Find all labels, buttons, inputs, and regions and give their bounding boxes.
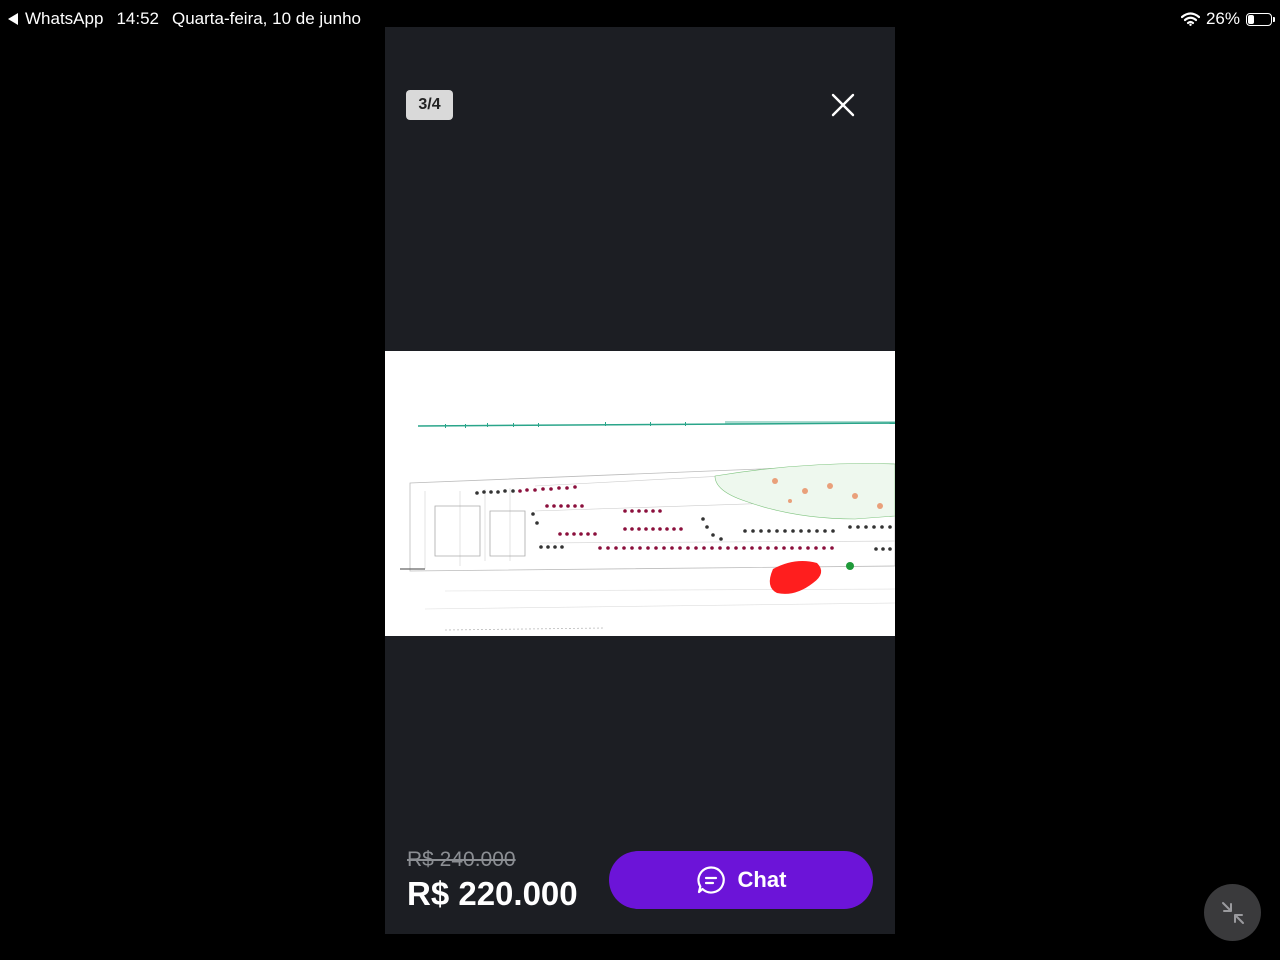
minimize-button[interactable] xyxy=(1204,884,1261,941)
status-bar-left: WhatsApp 14:52 Quarta-feira, 10 de junho xyxy=(8,9,361,29)
battery-percent: 26% xyxy=(1205,9,1240,28)
status-bar-right: 26% xyxy=(1180,9,1275,29)
listing-photo[interactable] xyxy=(385,351,895,636)
highlighted-lot xyxy=(769,561,822,594)
chat-button[interactable]: Chat xyxy=(609,851,873,909)
current-price: R$ 220.000 xyxy=(407,875,578,912)
site-plan-image xyxy=(400,421,895,631)
back-app-label[interactable]: WhatsApp xyxy=(25,9,103,29)
battery-fill xyxy=(1248,14,1255,24)
status-time: 14:52 xyxy=(116,9,159,28)
image-viewer: 3/4 R$ 240.000 R$ 220.000 Chat xyxy=(385,27,895,934)
image-counter: 3/4 xyxy=(406,90,453,120)
wifi-icon xyxy=(1180,12,1200,26)
chat-bubble-icon xyxy=(696,866,725,894)
close-icon[interactable] xyxy=(827,89,859,121)
back-arrow-icon xyxy=(8,13,18,25)
chat-button-label[interactable]: Chat xyxy=(738,867,787,893)
minimize-icon xyxy=(1221,901,1244,924)
original-price: R$ 240.000 xyxy=(407,848,516,871)
back-to-app[interactable]: WhatsApp xyxy=(8,9,103,29)
status-date: Quarta-feira, 10 de junho xyxy=(171,9,361,28)
battery-icon xyxy=(1246,12,1275,26)
